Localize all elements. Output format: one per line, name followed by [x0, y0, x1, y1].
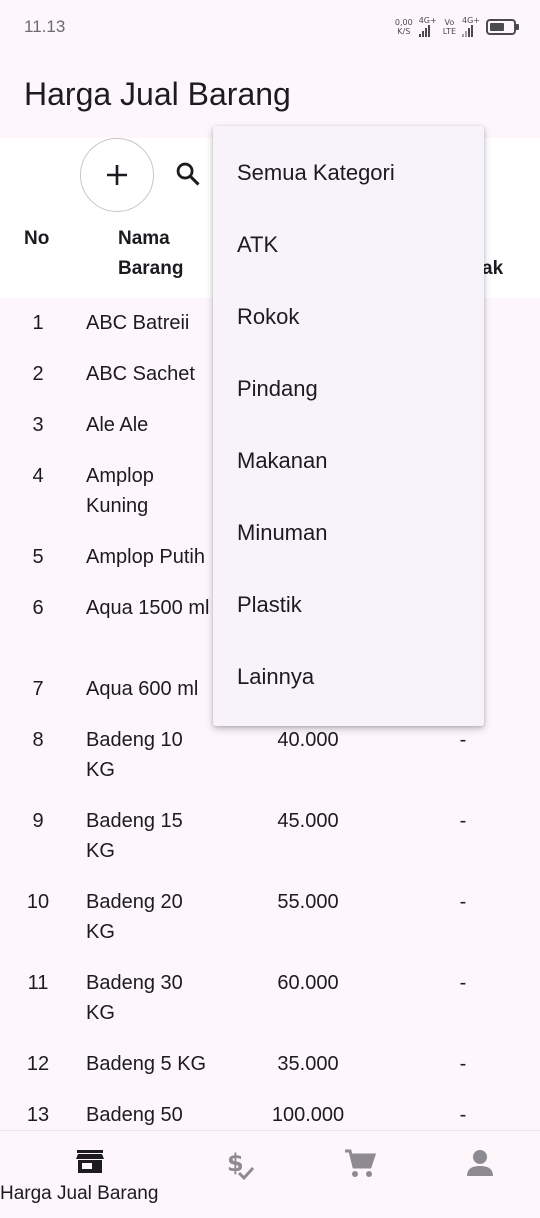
item-stock: -	[459, 729, 467, 751]
item-stock: -	[459, 972, 467, 994]
item-stock: -	[459, 891, 467, 913]
row-number: 9	[32, 810, 44, 832]
column-header-name: Nama Barang	[118, 228, 184, 279]
column-header-stock: ak	[482, 258, 504, 279]
item-price: 55.000	[277, 891, 339, 913]
item-name: Badeng 10 KG	[86, 729, 183, 781]
item-name: Badeng 20 KG	[86, 891, 183, 943]
sim1-signal-icon: 4G+	[418, 16, 437, 37]
search-icon	[176, 162, 200, 186]
row-number: 10	[26, 891, 50, 913]
category-option-makanan[interactable]: Makanan	[237, 425, 477, 497]
item-name: ABC Batreii	[86, 312, 190, 334]
nav-item-profil[interactable]	[412, 1131, 540, 1218]
column-header-no: No	[24, 228, 50, 249]
category-dropdown-menu: Semua Kategori ATK Rokok Pindang Makanan…	[213, 126, 484, 726]
status-icons: 0,00 K/S 4G+ Vo LTE 4G+	[394, 16, 519, 37]
item-stock: -	[459, 1053, 467, 1075]
item-price: 35.000	[277, 1053, 339, 1075]
row-number: 4	[32, 465, 44, 487]
row-number: 5	[32, 546, 44, 568]
nav-item-transaksi[interactable]: $	[172, 1131, 307, 1218]
svg-text:$: $	[227, 1149, 244, 1177]
table-row[interactable]: 9 Badeng 15 KG 45.000 -	[0, 796, 540, 877]
item-name: Badeng 15 KG	[86, 810, 183, 862]
row-number: 2	[32, 363, 44, 385]
status-time: 11.13	[24, 17, 66, 36]
row-number: 12	[26, 1053, 50, 1075]
row-number: 7	[32, 678, 44, 700]
table-row[interactable]: 12 Badeng 5 KG 35.000 -	[0, 1039, 540, 1090]
item-name: Ale Ale	[86, 414, 149, 436]
battery-icon	[486, 18, 519, 35]
item-price: 40.000	[277, 729, 339, 751]
item-stock: -	[459, 1104, 467, 1126]
category-option-atk[interactable]: ATK	[237, 209, 477, 281]
row-number: 6	[32, 597, 44, 619]
sim2-signal-icon: 4G+	[462, 16, 480, 37]
status-bar: 11.13 0,00 K/S 4G+ Vo LTE 4G+	[0, 0, 540, 56]
category-option-pindang[interactable]: Pindang	[237, 353, 477, 425]
item-stock: -	[459, 810, 467, 832]
table-row[interactable]: 13 Badeng 50 100.000 -	[0, 1090, 540, 1130]
category-option-plastik[interactable]: Plastik	[237, 569, 477, 641]
nav-item-harga-jual[interactable]: Harga Jual Barang	[0, 1131, 158, 1218]
bottom-navigation: Harga Jual Barang $	[0, 1130, 540, 1218]
row-number: 11	[27, 972, 49, 994]
page-title: Harga Jual Barang	[24, 76, 291, 112]
person-icon	[466, 1150, 493, 1176]
network-speed: 0,00 K/S	[394, 17, 413, 36]
category-option-lainnya[interactable]: Lainnya	[237, 641, 477, 713]
item-price: 60.000	[277, 972, 339, 994]
item-name: Aqua 1500 ml	[86, 597, 210, 619]
nav-item-keranjang[interactable]	[292, 1131, 427, 1218]
table-row[interactable]: 11 Badeng 30 KG 60.000 -	[0, 958, 540, 1039]
category-option-minuman[interactable]: Minuman	[237, 497, 477, 569]
cart-icon	[344, 1149, 376, 1177]
row-number: 3	[32, 414, 44, 436]
search-button[interactable]	[170, 156, 206, 192]
row-number: 13	[26, 1104, 50, 1126]
table-row[interactable]: 10 Badeng 20 KG 55.000 -	[0, 877, 540, 958]
store-icon	[76, 1150, 104, 1173]
item-price: 45.000	[277, 810, 339, 832]
item-name: ABC Sachet	[86, 363, 195, 385]
row-number: 1	[32, 312, 44, 334]
plus-icon	[107, 165, 127, 185]
item-price: 100.000	[271, 1104, 345, 1126]
item-name: Amplop Kuning	[86, 465, 154, 517]
dollar-check-icon: $	[227, 1149, 254, 1181]
row-number: 8	[32, 729, 44, 751]
category-option-all[interactable]: Semua Kategori	[237, 137, 477, 209]
item-name: Badeng 30 KG	[86, 972, 183, 1024]
category-option-rokok[interactable]: Rokok	[237, 281, 477, 353]
table-row[interactable]: 8 Badeng 10 KG 40.000 -	[0, 715, 540, 796]
volte-icon: Vo LTE	[442, 17, 456, 36]
nav-label-harga-jual: Harga Jual Barang	[0, 1183, 159, 1204]
add-item-button[interactable]	[80, 138, 154, 212]
